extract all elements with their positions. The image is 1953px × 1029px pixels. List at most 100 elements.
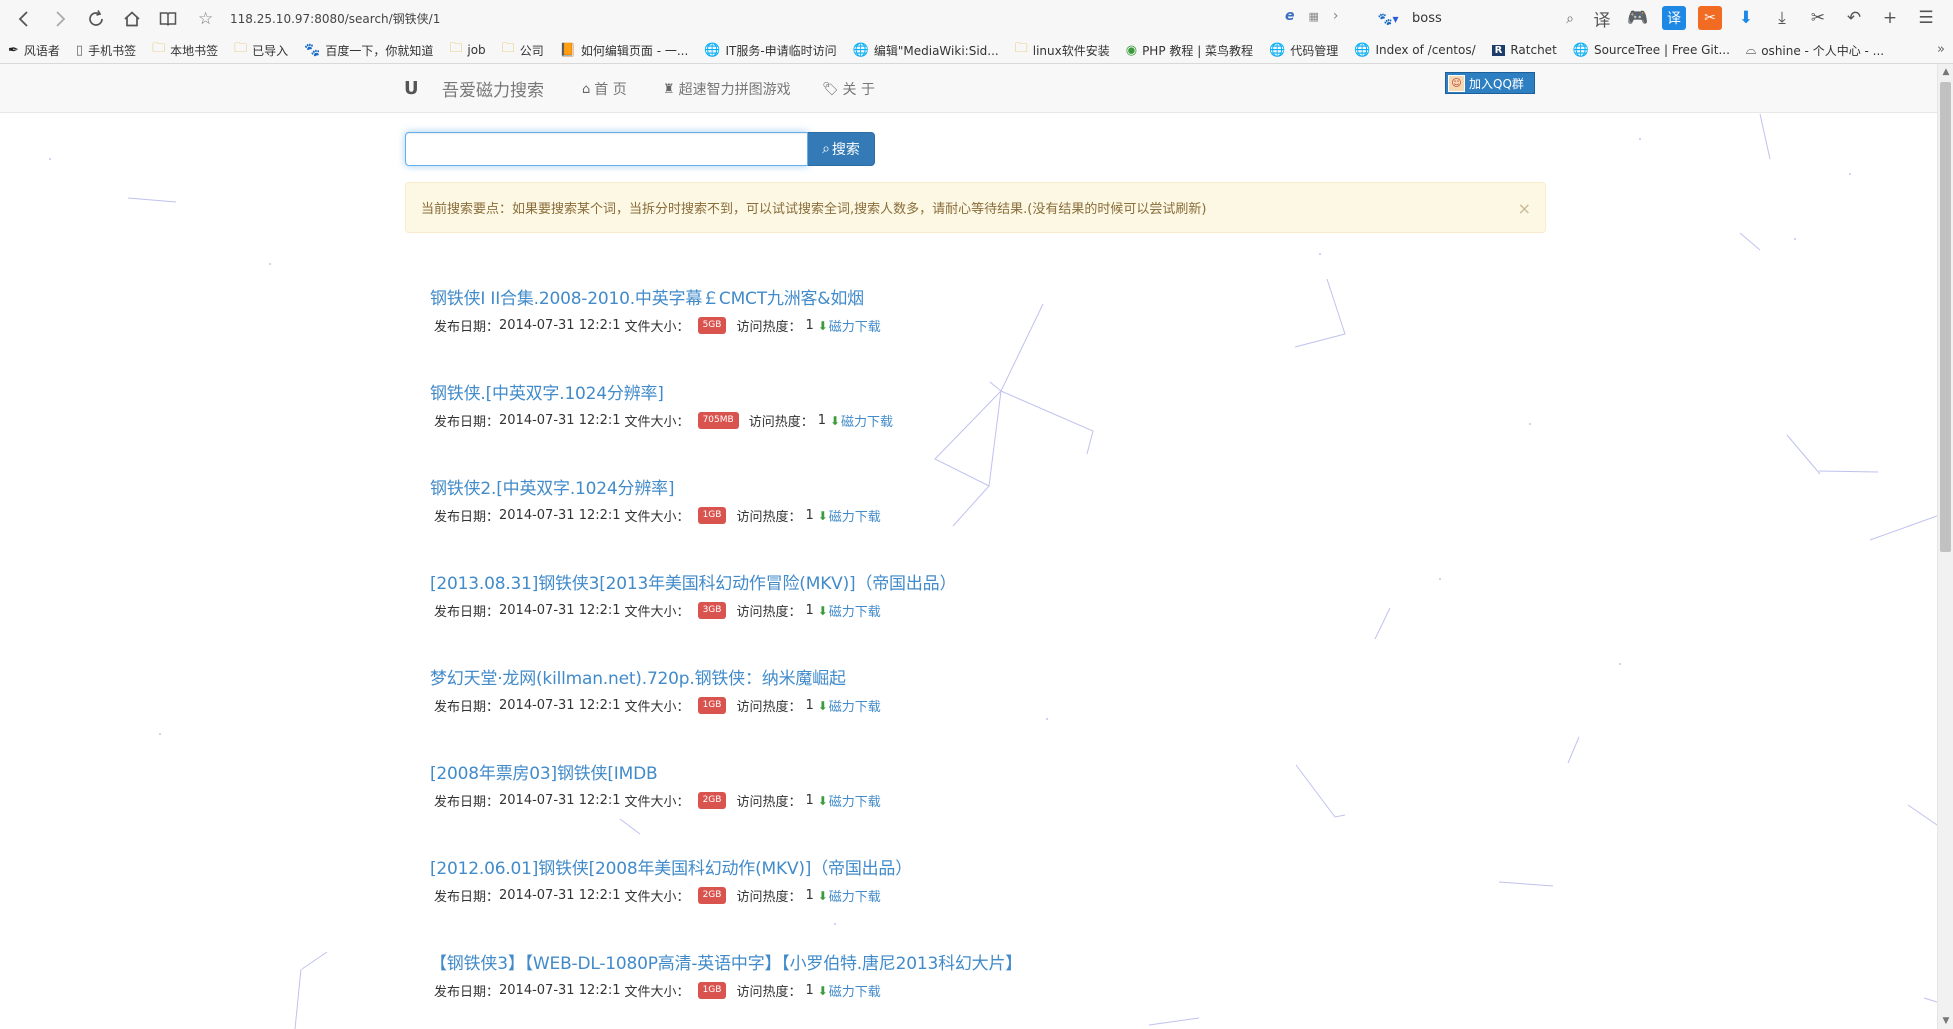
hot-value: 1	[805, 983, 814, 998]
result-title-link[interactable]: 梦幻天堂·龙网(killman.net).720p.钢铁侠：纳米魔崛起	[430, 664, 1022, 690]
date-label: 发布日期：	[434, 415, 500, 430]
forward-icon[interactable]	[42, 0, 78, 37]
page-viewport: U 吾爱磁力搜索 ⌂ 首 页 ♜ 超速智力拼图游戏 🏷 关 于 ☺ 加入QQ群 ⌕ 搜…	[0, 64, 1937, 1029]
magnet-download-link[interactable]: ⬇ 磁力下载	[830, 411, 893, 431]
nav-puzzle-game[interactable]: ♜ 超速智力拼图游戏	[663, 79, 791, 99]
new-tab-icon[interactable]: +	[1878, 6, 1902, 30]
result-title-link[interactable]: 钢铁侠.[中英双字.1024分辨率]	[430, 379, 1022, 405]
bookmark-item[interactable]: 🗀 本地书签	[144, 37, 226, 63]
bookmark-item[interactable]: 🌐 SourceTree | Free Git...	[1565, 37, 1738, 63]
date-value: 2014-07-31 12:2:1	[499, 698, 621, 713]
browser-search-box[interactable]: 🐾▾ boss ⌕	[1374, 5, 1574, 32]
size-badge: 3GB	[697, 602, 727, 619]
bookmark-label: SourceTree | Free Git...	[1593, 43, 1730, 57]
hot-value: 1	[817, 413, 826, 428]
result-item: 【钢铁侠3】【WEB-DL-1080P高清-英语中字】【小罗伯特.唐尼2013科…	[430, 949, 1022, 1029]
bookmark-item[interactable]: ✒ 风语者	[0, 37, 68, 63]
bookmark-item[interactable]: 📙 如何编辑页面 - 一...	[552, 37, 697, 63]
search-icon[interactable]: ⌕	[1566, 11, 1574, 27]
bookmark-item[interactable]: 🌐 Index of /centos/	[1346, 37, 1483, 63]
magnet-download-link[interactable]: ⬇ 磁力下载	[817, 791, 881, 811]
bookmark-item[interactable]: ⌓ oshine - 个人中心 - ...	[1738, 37, 1892, 63]
join-qq-group-button[interactable]: ☺ 加入QQ群	[1445, 72, 1535, 94]
result-title-link[interactable]: 钢铁侠I II合集.2008-2010.中英字幕￡CMCT九洲客&如烟	[430, 284, 1022, 310]
scroll-up-icon[interactable]: ▲	[1938, 64, 1953, 80]
ie-compat-icon[interactable]: e	[1285, 8, 1295, 24]
download-icon: ⬇	[817, 698, 828, 713]
hot-label: 访问热度：	[736, 985, 802, 1000]
close-icon[interactable]: ×	[1518, 199, 1531, 218]
reader-icon[interactable]	[150, 0, 186, 37]
undo-icon[interactable]: ↶	[1842, 6, 1866, 30]
globe-icon: 🌐	[1572, 42, 1589, 58]
bookmark-item[interactable]: 🌐 编辑"MediaWiki:Sid...	[845, 37, 1007, 63]
scroll-down-icon[interactable]: ▼	[1938, 1013, 1953, 1029]
bookmark-item[interactable]: 🗀 已导入	[226, 37, 296, 63]
magnet-download-link[interactable]: ⬇ 磁力下载	[818, 316, 881, 336]
result-meta: 发布日期： 2014-07-31 12:2:1 文件大小： 1GB 访问热度： …	[434, 981, 1022, 1000]
hot-value: 1	[805, 793, 814, 808]
bookmark-item[interactable]: 🗀 公司	[494, 37, 552, 63]
magnet-download-link[interactable]: ⬇ 磁力下载	[818, 981, 881, 1001]
nav-home-label: 首 页	[594, 82, 627, 98]
scrollbar-thumb[interactable]	[1940, 82, 1951, 552]
screenshot-icon[interactable]: ✂	[1698, 6, 1722, 30]
brand-name: 吾爱磁力搜索	[442, 81, 544, 101]
search-button[interactable]: ⌕ 搜索	[808, 132, 875, 166]
game-controller-icon[interactable]: 🎮	[1626, 6, 1650, 30]
page-scrollbar[interactable]: ▲ ▼	[1937, 64, 1953, 1029]
bookmarks-more-icon[interactable]: »	[1937, 42, 1945, 57]
search-input[interactable]	[405, 132, 808, 166]
bookmark-label: 风语者	[23, 43, 60, 58]
bookmark-item[interactable]: ▯ 手机书签	[68, 37, 144, 63]
download-icon: ⬇	[817, 793, 828, 808]
globe-icon: 🌐	[852, 42, 869, 58]
back-icon[interactable]	[6, 0, 42, 37]
bookmark-item[interactable]: ◉ PHP 教程 | 菜鸟教程	[1118, 37, 1261, 63]
menu-icon[interactable]: ☰	[1914, 6, 1938, 30]
chevron-right-icon[interactable]: ›	[1333, 8, 1339, 24]
result-title-link[interactable]: 【钢铁侠3】【WEB-DL-1080P高清-英语中字】【小罗伯特.唐尼2013科…	[430, 949, 1022, 975]
magnet-download-link[interactable]: ⬇ 磁力下载	[818, 506, 881, 526]
qr-code-icon[interactable]: ▦	[1309, 10, 1319, 23]
bookmark-item[interactable]: 🐾 百度一下，你就知道	[296, 37, 441, 63]
download-label: 磁力下载	[828, 795, 881, 810]
url-text[interactable]: 118.25.10.97:8080/search/钢铁侠/1	[230, 10, 440, 27]
magnet-download-link[interactable]: ⬇ 磁力下载	[818, 601, 881, 621]
hot-label: 访问热度：	[736, 510, 802, 525]
bookmark-label: Ratchet	[1510, 43, 1557, 57]
downloads-icon[interactable]: ⤓	[1770, 6, 1794, 30]
download-arrow-icon[interactable]: ⬇	[1734, 6, 1758, 30]
magnet-logo-icon: U	[404, 77, 419, 99]
bookmark-item[interactable]: 🌐 代码管理	[1261, 37, 1346, 63]
download-label: 磁力下载	[828, 320, 881, 335]
bookmark-star-icon[interactable]: ☆	[198, 9, 222, 29]
result-title-link[interactable]: [2013.08.31]钢铁侠3[2013年美国科幻动作冒险(MKV)]（帝国出…	[430, 569, 1022, 595]
cut-icon[interactable]: ✂	[1806, 6, 1830, 30]
nav-home[interactable]: ⌂ 首 页	[582, 79, 627, 99]
qq-button-label: 加入QQ群	[1469, 76, 1524, 91]
home-icon[interactable]	[114, 0, 150, 37]
bookmark-item[interactable]: 🗀 job	[441, 37, 493, 63]
address-bar[interactable]: ☆ 118.25.10.97:8080/search/钢铁侠/1	[198, 4, 1368, 33]
reload-icon[interactable]	[78, 0, 114, 37]
magnet-download-link[interactable]: ⬇ 磁力下载	[818, 886, 881, 906]
nav-puzzle-label: 超速智力拼图游戏	[678, 82, 791, 98]
baidu-engine-icon[interactable]: 🐾▾	[1374, 10, 1402, 28]
translate-icon[interactable]: 译	[1590, 6, 1614, 31]
browser-search-text[interactable]: boss	[1412, 11, 1442, 26]
download-label: 磁力下载	[828, 985, 881, 1000]
globe-icon: 🌐	[1269, 42, 1286, 58]
site-brand[interactable]: U 吾爱磁力搜索	[404, 76, 544, 102]
size-badge: 2GB	[697, 887, 727, 904]
date-value: 2014-07-31 12:2:1	[499, 983, 621, 998]
result-title-link[interactable]: [2008年票房03]钢铁侠[IMDB	[430, 759, 1022, 785]
translate-blue-icon[interactable]: 译	[1662, 6, 1686, 30]
result-title-link[interactable]: [2012.06.01]钢铁侠[2008年美国科幻动作(MKV)]（帝国出品）	[430, 854, 1022, 880]
bookmark-item[interactable]: R Ratchet	[1484, 37, 1565, 63]
bookmark-item[interactable]: 🗀 linux软件安装	[1007, 37, 1118, 63]
result-title-link[interactable]: 钢铁侠2.[中英双字.1024分辨率]	[430, 474, 1022, 500]
magnet-download-link[interactable]: ⬇ 磁力下载	[817, 696, 881, 716]
bookmark-item[interactable]: 🌐 IT服务-申请临时访问	[696, 37, 844, 63]
nav-about[interactable]: 🏷 关 于	[822, 79, 875, 99]
